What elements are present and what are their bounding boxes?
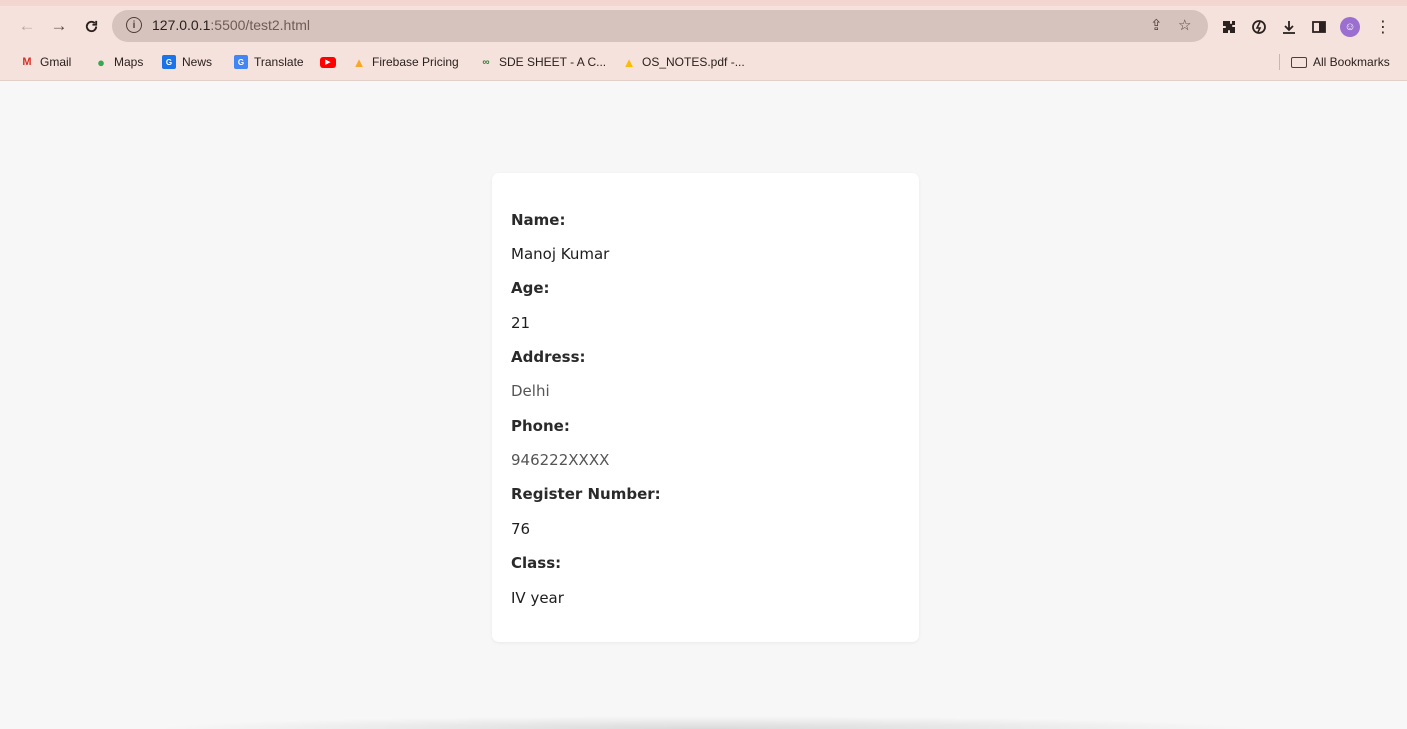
bookmarks-bar: M Gmail ● Maps G News G Translate ▶ ▲ Fi… [0,48,1407,76]
bookmark-label: Gmail [40,55,72,69]
bookmark-star-icon[interactable]: ☆ [1178,16,1191,34]
browser-chrome: ← → i 127.0.0.1:5500/test2.html ⇪ ☆ ☺ ⋮ … [0,0,1407,81]
url-host: 127.0.0.1 [152,17,211,33]
address-bar[interactable]: i 127.0.0.1:5500/test2.html ⇪ ☆ [112,10,1208,42]
bookmark-label: OS_NOTES.pdf -... [642,55,745,69]
bookmark-youtube[interactable]: ▶ [320,52,342,72]
link-icon: ∞ [482,56,490,68]
forward-button[interactable]: → [46,12,72,40]
bookmark-sde-sheet[interactable]: ∞ SDE SHEET - A C... [479,52,606,72]
share-icon[interactable]: ⇪ [1150,16,1163,34]
extensions-icon[interactable] [1218,16,1240,38]
arrow-left-icon: ← [18,16,36,35]
name-value: Manoj Kumar [511,245,610,263]
site-info-icon[interactable]: i [126,17,142,33]
drive-icon: ▲ [622,54,636,70]
bookmark-translate[interactable]: G Translate [234,52,304,72]
bookmark-label: SDE SHEET - A C... [499,55,607,69]
phone-value: 946222XXXX [511,451,610,469]
all-bookmarks-button[interactable]: All Bookmarks [1291,52,1390,72]
bookmark-label: News [182,55,213,69]
phone-label: Phone: [511,417,570,435]
name-label: Name: [511,211,566,229]
url-path: :5500/test2.html [210,17,311,33]
age-label: Age: [511,279,550,297]
url-text: 127.0.0.1:5500/test2.html [152,17,310,33]
bookmark-maps[interactable]: ● Maps [94,52,143,72]
bookmark-gmail[interactable]: M Gmail [20,52,71,72]
address-value: Delhi [511,382,550,400]
maps-icon: ● [97,54,105,70]
student-details-card: Name: Manoj Kumar Age: 21 Address: Delhi… [492,173,919,642]
reload-button[interactable] [78,12,104,40]
navigation-bar: ← → i 127.0.0.1:5500/test2.html ⇪ ☆ ☺ ⋮ [0,8,1407,46]
gmail-icon: M [22,56,32,68]
performance-icon[interactable] [1248,16,1270,38]
more-menu-icon[interactable]: ⋮ [1372,16,1394,38]
register-number-value: 76 [511,520,531,538]
class-value: IV year [511,589,564,607]
reload-icon [85,20,97,32]
bookmark-news[interactable]: G News [162,52,212,72]
firebase-icon: ▲ [352,54,366,70]
bookmark-firebase-pricing[interactable]: ▲ Firebase Pricing [352,52,459,72]
address-label: Address: [511,348,586,366]
news-icon: G [162,55,176,69]
side-panel-icon[interactable] [1308,16,1330,38]
register-number-label: Register Number: [511,485,661,503]
page-bottom-shadow [150,716,1260,729]
bookmarks-divider [1279,54,1280,70]
bookmark-os-notes[interactable]: ▲ OS_NOTES.pdf -... [622,52,745,72]
all-bookmarks-label: All Bookmarks [1313,55,1390,69]
translate-icon: G [234,55,248,69]
profile-avatar[interactable]: ☺ [1340,17,1360,37]
bookmark-label: Maps [114,55,144,69]
bookmark-label: Firebase Pricing [372,55,459,69]
youtube-icon: ▶ [320,56,336,68]
back-button[interactable]: ← [14,12,40,40]
download-icon[interactable] [1278,16,1300,38]
folder-icon [1291,56,1307,68]
tab-strip [0,0,1407,6]
age-value: 21 [511,314,531,332]
class-label: Class: [511,554,562,572]
bookmark-label: Translate [254,55,304,69]
arrow-right-icon: → [50,16,68,35]
